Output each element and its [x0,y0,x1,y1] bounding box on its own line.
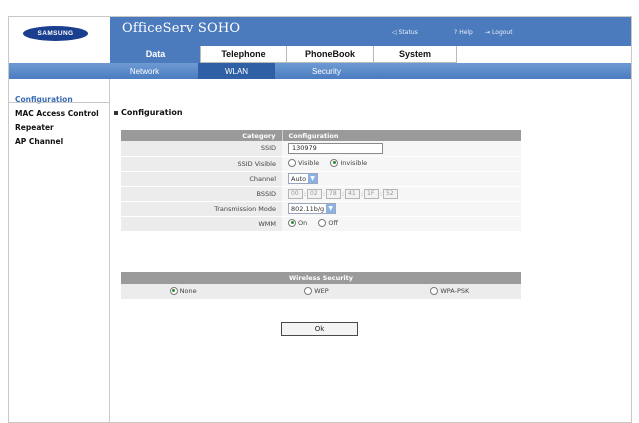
nav-item-repeater[interactable]: Repeater [15,123,54,132]
table-row: WMM On Off [121,216,521,232]
transmission-mode-select[interactable]: 802.11b/g ▼ [288,203,337,214]
header-configuration: Configuration [282,130,521,141]
bssid-segment: 41 [345,188,360,199]
wireless-security-header: Wireless Security [121,272,521,284]
table-row: SSID [121,141,521,157]
table-row: None WEP WPA-PSK [121,284,521,299]
wireless-security-table: Wireless Security None WEP WPA-PSK [121,272,521,299]
bssid-segment: 52 [383,188,398,199]
none-radio[interactable] [169,286,178,295]
transmission-mode-label: Transmission Mode [121,201,282,217]
logout-link-label: Logout [492,29,513,36]
wpa-psk-radio[interactable] [430,286,439,295]
nav-divider [9,102,109,103]
configuration-table: Category Configuration SSID SSID Visible… [121,130,521,232]
invisible-radio[interactable] [330,158,339,167]
table-header-row: Category Configuration [121,130,521,141]
bssid-fields: 00:02:78:41:1F:52 [282,186,521,202]
wep-radio[interactable] [304,286,313,295]
logo-area: SAMSUNG [9,17,110,63]
ssid-input[interactable] [288,142,383,154]
bssid-segment: 1F [364,188,379,199]
subtab-wlan[interactable]: WLAN [198,63,275,79]
wmm-on-radio[interactable] [288,218,296,227]
ssid-visible-option-visible[interactable]: Visible [288,158,319,167]
security-option-wep[interactable]: WEP [304,286,329,295]
ok-button[interactable]: Ok [281,322,358,336]
tab-system[interactable]: System [373,46,457,63]
subtab-security[interactable]: Security [285,63,368,79]
bullet-icon [114,110,118,115]
table-row: BSSID 00:02:78:41:1F:52 [121,186,521,202]
bssid-segment: 78 [326,188,341,199]
section-title: Configuration [114,108,183,117]
status-link-label: Status [398,29,418,36]
help-icon: ? [454,29,458,36]
bssid-label: BSSID [121,186,282,202]
status-icon: ◁ [392,29,397,36]
wmm-off-radio[interactable] [318,218,327,227]
bssid-segment: 02 [307,188,322,199]
channel-label: Channel [121,171,282,187]
logout-icon: ⇥ [485,29,491,36]
main-tab-bar: Data Telephone PhoneBook System [110,46,631,63]
tab-telephone[interactable]: Telephone [200,46,286,63]
left-nav: Configuration MAC Access Control Repeate… [9,79,110,422]
status-link[interactable]: ◁ Status [392,29,418,36]
wmm-label: WMM [121,216,282,232]
table-row: Channel Auto ▼ [121,171,521,187]
visible-radio[interactable] [288,158,296,167]
sub-tab-bar: Network WLAN Security [9,63,631,79]
samsung-logo: SAMSUNG [23,26,88,41]
subtab-network[interactable]: Network [110,63,179,79]
chevron-down-icon: ▼ [326,204,336,213]
logout-link[interactable]: ⇥ Logout [485,29,513,36]
ssid-visible-option-invisible[interactable]: Invisible [330,158,367,167]
table-row: SSID Visible Visible Invisible [121,156,521,172]
wmm-option-on[interactable]: On [288,218,307,227]
header-category: Category [121,130,283,141]
nav-item-ap-channel[interactable]: AP Channel [15,137,63,146]
help-link[interactable]: ? Help [454,29,473,36]
ssid-label: SSID [121,141,282,157]
table-row: Transmission Mode 802.11b/g ▼ [121,201,521,217]
security-option-wpa-psk[interactable]: WPA-PSK [430,286,469,295]
chevron-down-icon: ▼ [308,174,318,183]
app-title: OfficeServ SOHO [122,21,241,36]
nav-item-mac-access-control[interactable]: MAC Access Control [15,109,99,118]
tab-phonebook[interactable]: PhoneBook [286,46,373,63]
help-link-label: Help [459,29,473,36]
security-option-none[interactable]: None [169,286,197,295]
channel-select[interactable]: Auto ▼ [288,173,319,184]
bssid-segment: 00 [288,188,303,199]
wmm-option-off[interactable]: Off [318,218,338,227]
ssid-visible-label: SSID Visible [121,156,282,172]
section-title-label: Configuration [121,108,183,117]
tab-data[interactable]: Data [110,46,200,63]
